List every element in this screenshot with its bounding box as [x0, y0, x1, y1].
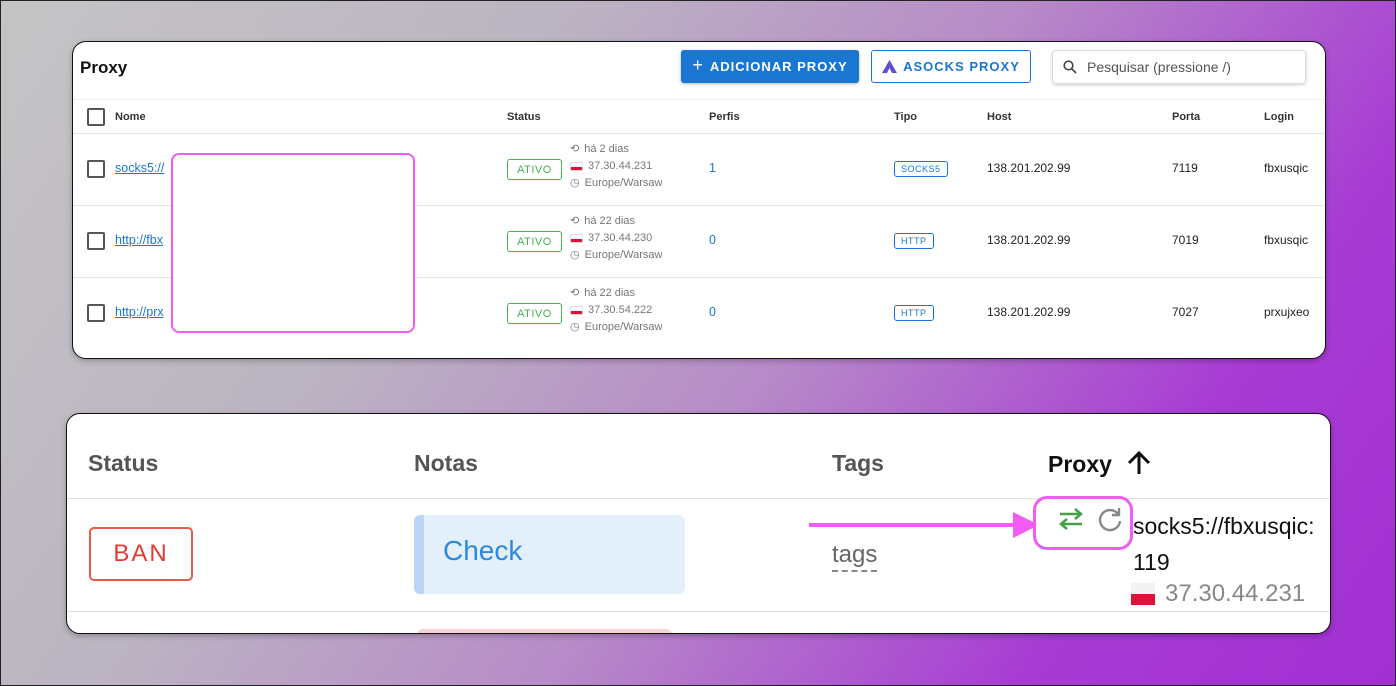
- exit-ip: 37.30.44.231: [588, 160, 653, 172]
- history-icon: ⟲: [570, 287, 580, 299]
- proxy-name-link[interactable]: http://prx: [115, 305, 164, 319]
- column-header-port[interactable]: Porta: [1172, 111, 1200, 123]
- asocks-proxy-label: ASOCKS PROXY: [903, 59, 1020, 74]
- ban-status-badge: BAN: [89, 527, 193, 581]
- add-proxy-button[interactable]: + ADICIONAR PROXY: [681, 50, 859, 83]
- select-all-checkbox[interactable]: [87, 108, 105, 126]
- status-badge: ATIVO: [507, 231, 562, 252]
- table-header: Nome Status Perfis Tipo Host Porta Login: [73, 99, 1325, 134]
- exit-ip: 37.30.44.230: [588, 232, 653, 244]
- host-value: 138.201.202.99: [987, 305, 1071, 319]
- proxy-ip: 37.30.44.231: [1165, 580, 1306, 607]
- proxy-name-link[interactable]: socks5://: [115, 161, 164, 175]
- proxy-string[interactable]: socks5://fbxusqic: 119: [1133, 508, 1330, 580]
- proxy-table-panel: Proxy + ADICIONAR PROXY ASOCKS PROXY Nom…: [72, 41, 1326, 359]
- note-text: Check: [443, 535, 523, 566]
- login-value: fbxusqic: [1264, 161, 1309, 175]
- clock-icon: ◷: [570, 249, 580, 261]
- port-value: 7119: [1172, 161, 1198, 175]
- history-icon: ⟲: [570, 215, 580, 227]
- last-check-time: há 22 dias: [584, 287, 635, 299]
- plus-icon: +: [692, 55, 704, 75]
- swap-icon[interactable]: [1057, 507, 1085, 531]
- host-value: 138.201.202.99: [987, 233, 1071, 247]
- type-badge: HTTP: [894, 233, 934, 249]
- row-checkbox[interactable]: [87, 304, 105, 322]
- last-check-time: há 22 dias: [584, 215, 635, 227]
- poland-flag-icon: [1131, 583, 1155, 605]
- column-header-status[interactable]: Status: [88, 450, 158, 477]
- profiles-count-link[interactable]: 0: [709, 233, 716, 247]
- column-header-proxy[interactable]: Proxy: [1048, 450, 1152, 478]
- profiles-count-link[interactable]: 0: [709, 305, 716, 319]
- page-title: Proxy: [80, 58, 128, 77]
- column-header-tags[interactable]: Tags: [832, 450, 884, 477]
- poland-flag-icon: [570, 306, 583, 315]
- timezone: Europe/Warsaw: [584, 249, 663, 261]
- note-chip[interactable]: Check: [414, 515, 685, 594]
- tags-field[interactable]: tags: [832, 542, 878, 572]
- zoomed-row-panel: Status Notas Tags Proxy BAN Check tags s…: [66, 413, 1331, 634]
- exit-ip: 37.30.54.222: [588, 304, 653, 316]
- poland-flag-icon: [570, 162, 583, 171]
- column-header-profiles[interactable]: Perfis: [709, 111, 740, 123]
- asocks-proxy-button[interactable]: ASOCKS PROXY: [871, 50, 1031, 83]
- annotation-arrow-line: [809, 523, 1017, 527]
- search-input[interactable]: [1085, 58, 1289, 76]
- proxy-ip-line: 37.30.44.231: [1131, 580, 1305, 608]
- zoomed-table-header: Status Notas Tags Proxy: [67, 414, 1330, 499]
- next-row-note-chip: [417, 629, 672, 633]
- refresh-icon[interactable]: [1097, 506, 1123, 532]
- host-value: 138.201.202.99: [987, 161, 1071, 175]
- column-header-login[interactable]: Login: [1264, 111, 1294, 123]
- column-header-type[interactable]: Tipo: [894, 111, 917, 123]
- type-badge: SOCKS5: [894, 161, 948, 177]
- proxy-name-link[interactable]: http://fbx: [115, 233, 163, 247]
- add-proxy-label: ADICIONAR PROXY: [709, 59, 848, 74]
- column-header-name[interactable]: Nome: [115, 111, 146, 123]
- login-value: fbxusqic: [1264, 233, 1309, 247]
- column-header-host[interactable]: Host: [987, 111, 1011, 123]
- timezone: Europe/Warsaw: [584, 321, 663, 333]
- redaction-box: [171, 153, 415, 333]
- port-value: 7027: [1172, 305, 1199, 319]
- profiles-count-link[interactable]: 1: [709, 161, 716, 175]
- status-details: ⟲ há 22 dias 37.30.44.230 ◷ Europe/Warsaw: [570, 213, 662, 264]
- status-badge: ATIVO: [507, 303, 562, 324]
- timezone: Europe/Warsaw: [584, 177, 663, 189]
- row-checkbox[interactable]: [87, 232, 105, 250]
- status-badge: ATIVO: [507, 159, 562, 180]
- asocks-logo-icon: [882, 60, 898, 73]
- login-value: prxujxeo: [1264, 305, 1310, 319]
- column-header-status[interactable]: Status: [507, 111, 541, 123]
- clock-icon: ◷: [570, 177, 580, 189]
- status-details: ⟲ há 22 dias 37.30.54.222 ◷ Europe/Warsaw: [570, 285, 662, 336]
- search-icon: [1063, 60, 1077, 74]
- last-check-time: há 2 dias: [584, 143, 629, 155]
- search-field[interactable]: [1052, 50, 1306, 84]
- history-icon: ⟲: [570, 143, 580, 155]
- type-badge: HTTP: [894, 305, 934, 321]
- status-details: ⟲ há 2 dias 37.30.44.231 ◷ Europe/Warsaw: [570, 141, 662, 192]
- poland-flag-icon: [570, 234, 583, 243]
- port-value: 7019: [1172, 233, 1199, 247]
- arrow-up-icon: [1128, 450, 1151, 474]
- clock-icon: ◷: [570, 321, 580, 333]
- row-divider: [67, 611, 1330, 612]
- column-header-proxy-label: Proxy: [1048, 451, 1112, 477]
- row-checkbox[interactable]: [87, 160, 105, 178]
- column-header-notes[interactable]: Notas: [414, 450, 478, 477]
